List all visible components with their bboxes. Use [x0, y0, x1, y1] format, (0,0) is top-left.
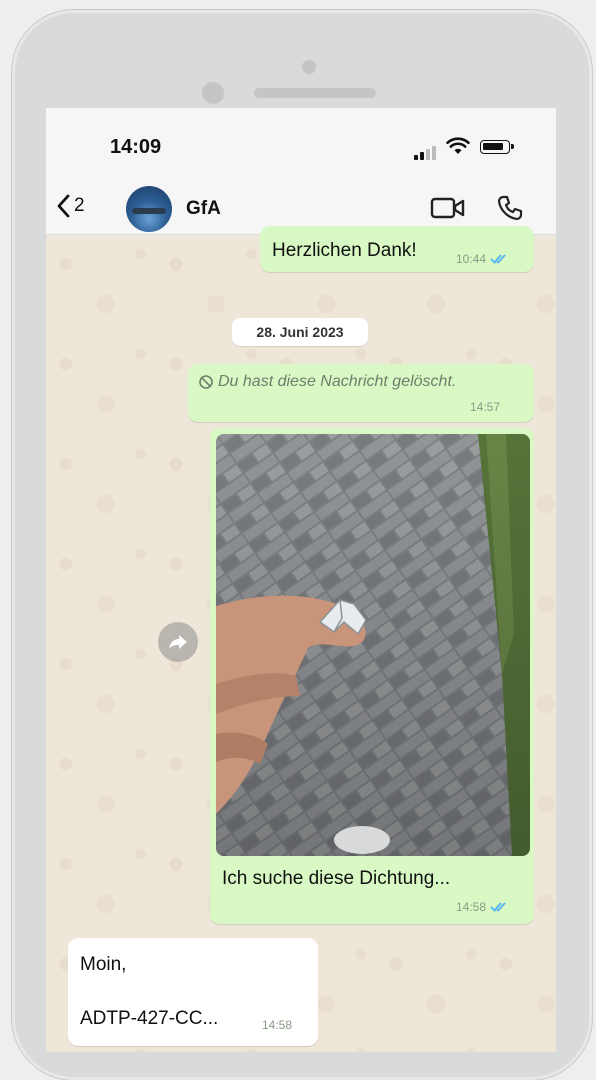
deleted-message-bubble[interactable]: Du hast diese Nachricht gelöscht. 14:57: [188, 364, 534, 422]
deleted-message-text: Du hast diese Nachricht gelöscht.: [218, 373, 457, 390]
message-bubble-incoming[interactable]: Moin, ADTP-427-CC... 14:58: [68, 938, 318, 1046]
status-bar: 14:09: [46, 108, 556, 182]
forward-button[interactable]: [158, 622, 198, 662]
deleted-icon: [199, 375, 213, 389]
message-preview: ADTP-427-CC...: [80, 1008, 219, 1029]
message-text: Herzlichen Dank!: [272, 240, 417, 261]
phone-screen: 14:09 2 GfA Herzlichen Dank! 10:44 28. J…: [46, 108, 556, 1052]
forward-icon: [169, 635, 187, 649]
date-separator: 28. Juni 2023: [232, 318, 368, 346]
read-ticks-icon: [490, 254, 507, 264]
message-time: 14:58: [262, 1018, 293, 1032]
status-time: 14:09: [110, 136, 162, 158]
message-bubble-outgoing[interactable]: Herzlichen Dank! 10:44: [260, 226, 534, 272]
unread-count: 2: [74, 195, 85, 216]
message-time: 14:57: [469, 400, 500, 414]
front-camera: [302, 60, 316, 74]
earpiece-speaker: [254, 88, 376, 98]
message-time: 10:44: [456, 252, 487, 266]
message-greeting: Moin,: [80, 954, 127, 975]
video-call-icon[interactable]: [430, 196, 466, 220]
battery-icon: [480, 140, 514, 154]
photo-caption: Ich suche diese Dichtung...: [222, 868, 451, 889]
photo-image: [216, 434, 530, 856]
proximity-sensor: [202, 82, 224, 104]
phone-call-icon[interactable]: [496, 194, 524, 222]
back-chevron-icon: [57, 194, 70, 218]
back-button[interactable]: 2: [56, 194, 85, 218]
avatar[interactable]: [126, 186, 172, 232]
message-time: 14:58: [456, 900, 487, 914]
message-photo[interactable]: [216, 434, 530, 856]
wifi-icon: [446, 137, 470, 154]
signal-icon: [414, 142, 438, 160]
contact-name[interactable]: GfA: [186, 198, 221, 220]
read-ticks-icon: [490, 902, 507, 912]
